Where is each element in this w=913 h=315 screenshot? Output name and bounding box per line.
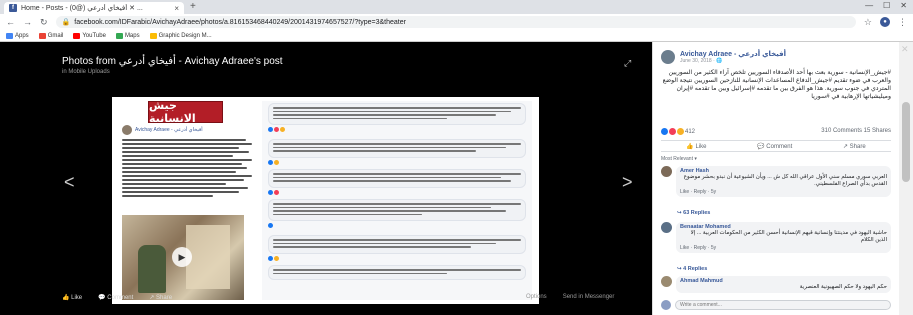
send-in-messenger-button[interactable]: Send in Messenger xyxy=(563,294,615,300)
play-icon: ▶ xyxy=(172,247,192,267)
scrollbar[interactable] xyxy=(899,42,913,315)
tab-title: Home - Posts - ‎أفيخاي أدرعي (@0) ✕ ... xyxy=(21,5,143,12)
next-photo-icon[interactable]: > xyxy=(622,172,633,193)
facebook-favicon-icon: f xyxy=(9,4,17,12)
comment-text: حكم اليهود ولا حكم الصهيونية العنصرية xyxy=(799,284,887,290)
address-bar[interactable]: 🔒 facebook.com/IDFarabic/AvichayAdraee/p… xyxy=(55,16,856,28)
options-button[interactable]: Options xyxy=(526,294,547,300)
comment: Benaatar Mohamed حاشية اليهود في مدينتنا… xyxy=(661,222,891,253)
share-button[interactable]: ↗ Share xyxy=(149,294,172,301)
maps-icon xyxy=(115,32,123,39)
window-controls: — ☐ ✕ xyxy=(865,1,907,10)
close-window-icon[interactable]: ✕ xyxy=(900,1,907,10)
like-button[interactable]: 👍 Like xyxy=(62,294,82,301)
screenshot-comment xyxy=(268,169,526,197)
photo-title: Photos from أفيخاي أدرعي - Avichay Adrae… xyxy=(62,56,283,67)
post-author[interactable]: Avichay Adraee - أفيخاي أدرعي xyxy=(680,50,786,58)
post-header: Avichay Adraee - أفيخاي أدرعي June 30, 2… xyxy=(661,50,786,64)
post-actions: 👍 Like 💬 Comment ↗ Share xyxy=(661,140,891,152)
write-comment-row xyxy=(661,300,891,310)
screenshot-comment xyxy=(268,199,526,230)
screenshot-author: Avichay Adraee - أفيخاي أدرعي xyxy=(135,127,203,133)
address-toolbar: ← → ↻ 🔒 facebook.com/IDFarabic/AvichayAd… xyxy=(0,14,913,30)
bookmark-graphic-design[interactable]: Graphic Design M... xyxy=(149,32,212,39)
comment-input[interactable] xyxy=(675,300,891,310)
post-text: #جيش_الإنسانية - سورية بعث بها أحد الأصد… xyxy=(662,69,891,100)
embedded-video-thumbnail: ▶ xyxy=(122,215,244,300)
banner-label: جيش الانسانية xyxy=(148,100,223,125)
new-tab-icon[interactable]: + xyxy=(190,1,196,12)
screenshot-comment xyxy=(268,265,526,280)
photo-subtitle[interactable]: in Mobile Uploads xyxy=(62,69,110,75)
share-button[interactable]: ↗ Share xyxy=(843,143,866,150)
bookmark-apps[interactable]: Apps xyxy=(6,32,29,39)
reload-icon[interactable]: ↻ xyxy=(40,17,48,28)
avatar xyxy=(661,300,671,310)
gmail-icon xyxy=(38,32,46,39)
bookmarks-bar: Apps Gmail YouTube Maps Graphic Design M… xyxy=(0,30,913,42)
apps-icon xyxy=(6,32,13,39)
screenshot-post: جيش الانسانية Avichay Adraee - أفيخاي أد… xyxy=(116,100,256,300)
photo-stage: Photos from أفيخاي أدرعي - Avichay Adrae… xyxy=(0,42,652,315)
scrollbar-thumb[interactable] xyxy=(902,102,910,182)
lock-icon: 🔒 xyxy=(61,19,71,26)
comments-shares-count[interactable]: 310 Comments 15 Shares xyxy=(821,128,891,135)
like-reaction-icon xyxy=(661,128,668,135)
maximize-icon[interactable]: ☐ xyxy=(883,1,890,10)
comment: Amer Hash العربي سوري مسلم سني الأول عرا… xyxy=(661,166,891,197)
photo-options: Options Send in Messenger xyxy=(526,294,614,300)
screenshot-post-text xyxy=(122,139,252,199)
comment-button[interactable]: 💬 Comment xyxy=(757,143,792,150)
comment-text: العربي سوري مسلم سني الأول عراقي الله كل… xyxy=(683,174,887,187)
photo-image: جيش الانسانية Avichay Adraee - أفيخاي أد… xyxy=(112,97,539,304)
photo-theater: Photos from أفيخاي أدرعي - Avichay Adrae… xyxy=(0,42,913,315)
post-sidebar: Avichay Adraee - أفيخاي أدرعي June 30, 2… xyxy=(652,42,899,315)
comment: Ahmad Mahmud حكم اليهود ولا حكم الصهيوني… xyxy=(661,276,891,293)
comment-sort-dropdown[interactable]: Most Relevant ▾ xyxy=(661,156,697,162)
screenshot-comment xyxy=(268,103,526,134)
browser-tab-bar: f Home - Posts - ‎أفيخاي أدرعي (@0) ✕ ..… xyxy=(0,0,913,14)
close-icon[interactable]: ✕ xyxy=(901,44,909,55)
url-text: facebook.com/IDFarabic/AvichayAdraee/pho… xyxy=(74,18,406,26)
browser-tab[interactable]: f Home - Posts - ‎أفيخاي أدرعي (@0) ✕ ..… xyxy=(4,2,184,14)
view-replies-link[interactable]: ↪ 63 Replies xyxy=(677,210,710,216)
avatar[interactable] xyxy=(661,166,672,177)
comment-text: حاشية اليهود في مدينتنا وإنسانية قيهم ال… xyxy=(690,230,887,243)
screenshot-post-header: Avichay Adraee - أفيخاي أدرعي xyxy=(122,125,203,135)
avatar[interactable] xyxy=(661,276,672,287)
bookmark-gmail[interactable]: Gmail xyxy=(38,32,63,39)
profile-avatar[interactable]: ● xyxy=(880,17,890,27)
bookmark-icon xyxy=(149,32,157,39)
post-date[interactable]: June 30, 2018 · 🌐 xyxy=(680,58,786,64)
fullscreen-icon[interactable]: ⤢ xyxy=(624,58,631,69)
comment-links[interactable]: Like · Reply · 5y xyxy=(680,189,887,195)
youtube-icon xyxy=(73,32,81,39)
reactions-summary: 412 310 Comments 15 Shares xyxy=(661,128,891,135)
haha-reaction-icon xyxy=(677,128,684,135)
bookmark-youtube[interactable]: YouTube xyxy=(73,32,106,39)
avatar[interactable] xyxy=(661,222,672,233)
browser-menu-icon[interactable]: ⋮ xyxy=(898,17,907,28)
reactions-count[interactable]: 412 xyxy=(661,128,695,135)
screenshot-comment xyxy=(268,235,526,263)
forward-icon[interactable]: → xyxy=(23,17,32,27)
love-reaction-icon xyxy=(669,128,676,135)
photo-actions: 👍 Like 💬 Comment ↗ Share xyxy=(62,294,172,301)
view-replies-link[interactable]: ↪ 4 Replies xyxy=(677,266,707,272)
like-button[interactable]: 👍 Like xyxy=(686,143,706,150)
minimize-icon[interactable]: — xyxy=(865,1,873,10)
back-icon[interactable]: ← xyxy=(6,17,15,27)
comment-links[interactable]: Like · Reply · 5y xyxy=(680,245,887,251)
comment-button[interactable]: 💬 Comment xyxy=(98,294,133,301)
bookmark-maps[interactable]: Maps xyxy=(115,32,140,39)
avatar xyxy=(122,125,132,135)
screenshot-comment xyxy=(268,139,526,167)
close-tab-icon[interactable]: × xyxy=(174,4,179,13)
bookmark-star-icon[interactable]: ☆ xyxy=(864,17,872,28)
previous-photo-icon[interactable]: < xyxy=(64,172,75,193)
screenshot-comments xyxy=(262,101,532,300)
avatar[interactable] xyxy=(661,50,675,64)
